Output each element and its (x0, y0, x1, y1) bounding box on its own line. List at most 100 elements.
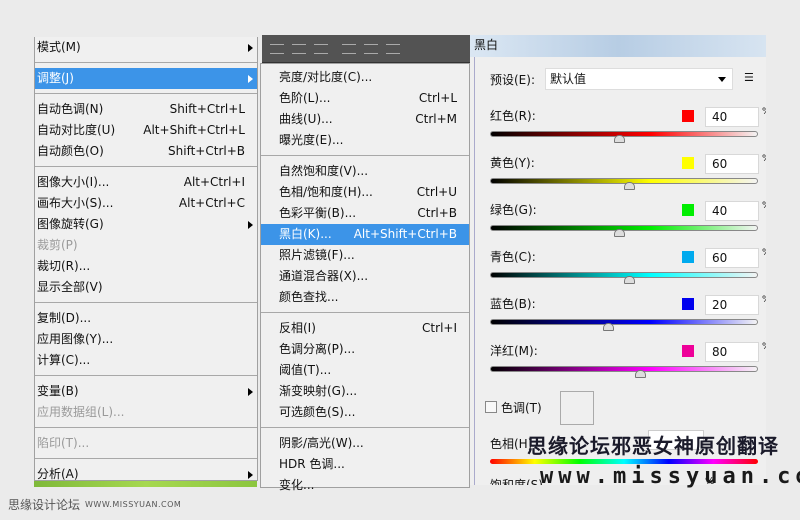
percent-unit: % (762, 154, 766, 164)
tint-checkbox[interactable] (485, 401, 497, 413)
distribute-icon[interactable] (386, 44, 400, 54)
menu-item[interactable]: 自动色调(N) Shift+Ctrl+L (35, 99, 257, 120)
menu-item[interactable]: 色阶(L)... Ctrl+L (261, 88, 469, 109)
slider-value-input[interactable]: 80 (705, 342, 759, 362)
menu-item[interactable]: 曝光度(E)... (261, 130, 469, 151)
menu-item-shortcut: Alt+Ctrl+C (178, 196, 245, 210)
menu-item-label: 照片滤镜(F)... (279, 248, 355, 262)
menu-item-label: 计算(C)... (37, 353, 91, 367)
menu-separator (35, 458, 257, 459)
distribute-icon[interactable] (342, 44, 356, 54)
align-icon[interactable] (314, 44, 328, 54)
menu-item[interactable]: 变量(B) (35, 381, 257, 402)
menu-item-label: HDR 色调... (279, 457, 345, 471)
slider-thumb[interactable] (613, 135, 625, 143)
slider-value-input[interactable]: 60 (705, 154, 759, 174)
preset-select[interactable]: 默认值 (545, 68, 733, 90)
menu-item-label: 色阶(L)... (279, 91, 331, 105)
tint-color-swatch[interactable] (560, 391, 594, 425)
menu-item[interactable]: 裁切(R)... (35, 256, 257, 277)
menu-item-label: 显示全部(V) (37, 280, 103, 294)
menu-item[interactable]: 可选颜色(S)... (261, 402, 469, 423)
color-swatch (682, 345, 694, 357)
menu-item-label: 反相(I) (279, 321, 316, 335)
menu-item[interactable]: 图像大小(I)... Alt+Ctrl+I (35, 172, 257, 193)
align-icon[interactable] (270, 44, 284, 54)
menu-item[interactable]: 自动颜色(O) Shift+Ctrl+B (35, 141, 257, 162)
menu-item-label: 裁切(R)... (37, 259, 91, 273)
align-icon[interactable] (292, 44, 306, 54)
menu-item[interactable]: 模式(M) (35, 37, 257, 58)
slider-thumb[interactable] (624, 276, 636, 284)
distribute-icon[interactable] (364, 44, 378, 54)
adjustments-submenu: 亮度/对比度(C)... 色阶(L)... Ctrl+L 曲线(U)... Ctrl+M… (260, 63, 470, 492)
black-white-dialog: 黑白 预设(E): 默认值 ☰ 红色(R): 40 % 黄色(Y): 60 % … (470, 35, 766, 485)
menu-item-shortcut: Alt+Shift+Ctrl+B (353, 227, 457, 241)
menu-item[interactable]: 自动对比度(U) Alt+Shift+Ctrl+L (35, 120, 257, 141)
menu-item-label: 变量(B) (37, 384, 79, 398)
preset-options-icon[interactable]: ☰ (744, 71, 754, 84)
menu-item[interactable]: 渐变映射(G)... (261, 381, 469, 402)
menu-item[interactable]: HDR 色调... (261, 454, 469, 475)
menu-item-label: 调整(J) (37, 71, 74, 85)
slider-value-input[interactable]: 20 (705, 295, 759, 315)
percent-unit: % (762, 248, 766, 258)
menu-item[interactable]: 颜色查找... (261, 287, 469, 308)
menu-item[interactable]: 画布大小(S)... Alt+Ctrl+C (35, 193, 257, 214)
menu-item-label: 自然饱和度(V)... (279, 164, 369, 178)
percent-unit: % (762, 342, 766, 352)
menu-item[interactable]: 色调分离(P)... (261, 339, 469, 360)
slider-value-input[interactable]: 40 (705, 107, 759, 127)
slider-label: 青色(C): (490, 250, 536, 264)
menu-item[interactable]: 变化... (261, 475, 469, 496)
menu-item[interactable]: 照片滤镜(F)... (261, 245, 469, 266)
slider-label: 洋红(M): (490, 344, 538, 358)
menu-item[interactable]: 阈值(T)... (261, 360, 469, 381)
color-slider[interactable] (490, 366, 758, 372)
slider-value-input[interactable]: 40 (705, 201, 759, 221)
menu-item-label: 图像旋转(G) (37, 217, 104, 231)
preset-value: 默认值 (550, 72, 587, 86)
watermark-url: WWW.MISSYUAN.COM (85, 500, 182, 509)
menu-item[interactable]: 黑白(K)... Alt+Shift+Ctrl+B (261, 224, 469, 245)
menu-item[interactable]: 曲线(U)... Ctrl+M (261, 109, 469, 130)
chevron-down-icon (718, 77, 726, 82)
menu-item[interactable]: 亮度/对比度(C)... (261, 67, 469, 88)
menu-item[interactable]: 计算(C)... (35, 350, 257, 371)
submenu-arrow-icon (248, 221, 253, 229)
menu-item-label: 自动色调(N) (37, 102, 104, 116)
menu-item: 应用数据组(L)... (35, 402, 257, 423)
slider-thumb[interactable] (624, 182, 636, 190)
color-slider[interactable] (490, 319, 758, 325)
menu-item[interactable]: 反相(I) Ctrl+I (261, 318, 469, 339)
menu-item[interactable]: 调整(J) (35, 68, 257, 89)
slider-thumb[interactable] (602, 323, 614, 331)
slider-value-input[interactable]: 60 (705, 248, 759, 268)
menu-item-label: 阈值(T)... (279, 363, 332, 377)
slider-thumb[interactable] (613, 229, 625, 237)
menu-item[interactable]: 应用图像(Y)... (35, 329, 257, 350)
menu-item-label: 黑白(K)... (279, 227, 332, 241)
menu-item-shortcut: Ctrl+B (417, 206, 457, 220)
tint-label: 色调(T) (501, 401, 542, 415)
watermark-overlay-text: 思缘论坛邪恶女神原创翻译 (527, 434, 779, 458)
image-menu: 模式(M) 调整(J) 自动色调(N) Shift+Ctrl+L 自动对比度(U) Alt… (34, 37, 258, 481)
menu-item[interactable]: 图像旋转(G) (35, 214, 257, 235)
percent-unit: % (762, 201, 766, 211)
color-swatch (682, 251, 694, 263)
menu-item-label: 色调分离(P)... (279, 342, 356, 356)
menu-item[interactable]: 色彩平衡(B)... Ctrl+B (261, 203, 469, 224)
menu-item: 裁剪(P) (35, 235, 257, 256)
submenu-arrow-icon (248, 471, 253, 479)
menu-item[interactable]: 阴影/高光(W)... (261, 433, 469, 454)
menu-item-shortcut: Shift+Ctrl+B (168, 144, 245, 158)
menu-item[interactable]: 色相/饱和度(H)... Ctrl+U (261, 182, 469, 203)
slider-thumb[interactable] (635, 370, 647, 378)
canvas-strip (34, 481, 257, 487)
menu-item[interactable]: 通道混合器(X)... (261, 266, 469, 287)
menu-item-label: 自动对比度(U) (37, 123, 116, 137)
menu-item-label: 通道混合器(X)... (279, 269, 369, 283)
menu-item[interactable]: 自然饱和度(V)... (261, 161, 469, 182)
menu-item[interactable]: 显示全部(V) (35, 277, 257, 298)
menu-item[interactable]: 复制(D)... (35, 308, 257, 329)
